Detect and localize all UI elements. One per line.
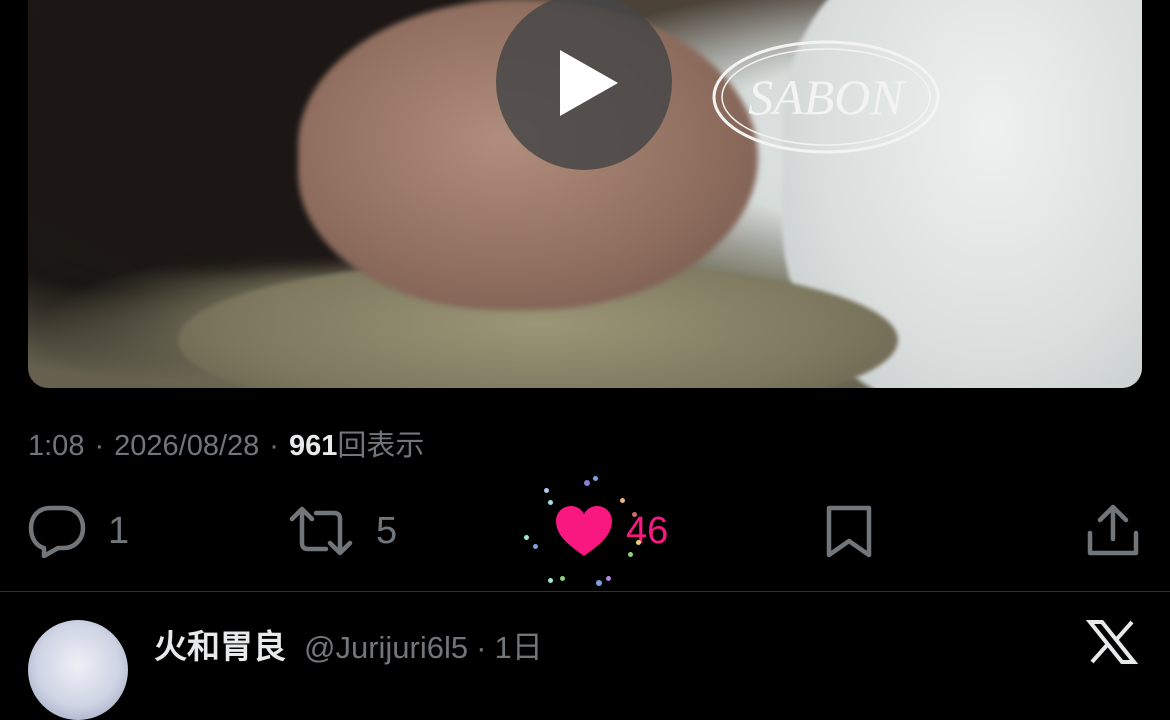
- post-meta: 1:08 · 2026/08/28 · 961回表示: [28, 422, 424, 464]
- reply-icon: [28, 505, 86, 558]
- sparkle-dot: [544, 488, 549, 493]
- sparkle-dot: [548, 578, 553, 583]
- reply-handle-line: @Jurijuri6l5 · 1日: [304, 622, 543, 667]
- sparkle-dot: [632, 512, 637, 517]
- sparkle-dot: [620, 498, 625, 503]
- sparkle-dot: [584, 480, 590, 486]
- reply-time: 1日: [494, 630, 543, 665]
- sabon-logo-text: SABON: [748, 69, 906, 125]
- play-icon: [560, 50, 618, 116]
- views-count: 961: [288, 430, 338, 462]
- reply-preview[interactable]: 火和胃良 @Jurijuri6l5 · 1日: [0, 606, 1170, 720]
- post-time: 1:08: [28, 430, 85, 462]
- sparkle-dot: [593, 476, 598, 481]
- reply-display-name[interactable]: 火和胃良: [154, 620, 286, 668]
- sparkle-dot: [560, 576, 565, 581]
- sabon-logo: SABON: [712, 40, 940, 154]
- meta-separator: ·: [269, 430, 279, 462]
- reply-separator: ·: [476, 630, 487, 665]
- heart-icon: [556, 506, 612, 556]
- reply-count: 1: [108, 509, 130, 552]
- sparkle-dot: [596, 580, 602, 586]
- sparkle-dot: [628, 552, 633, 557]
- share-icon: [1087, 504, 1139, 556]
- sparkle-dot: [533, 544, 538, 549]
- bookmark-button[interactable]: [824, 500, 874, 562]
- sparkle-dot: [524, 535, 529, 540]
- play-button[interactable]: [496, 0, 672, 170]
- sparkle-dot: [636, 540, 641, 545]
- bookmark-icon: [826, 505, 872, 558]
- post-date: 2026/08/28: [114, 430, 260, 462]
- reply-handle[interactable]: @Jurijuri6l5: [304, 630, 468, 665]
- repost-button[interactable]: 5: [288, 500, 397, 562]
- views-label: 回表示: [337, 430, 425, 462]
- repost-icon: [289, 506, 353, 556]
- x-logo-icon: [1086, 620, 1138, 664]
- divider: [0, 591, 1170, 592]
- reply-button[interactable]: 1: [28, 500, 129, 562]
- meta-separator: ·: [94, 430, 105, 462]
- repost-count: 5: [376, 509, 398, 552]
- share-button[interactable]: [1086, 500, 1140, 562]
- action-bar: 1 5 46: [0, 500, 1170, 570]
- avatar[interactable]: [28, 620, 128, 720]
- like-button[interactable]: 46: [554, 500, 668, 562]
- sparkle-dot: [548, 500, 553, 505]
- sparkle-dot: [606, 576, 611, 581]
